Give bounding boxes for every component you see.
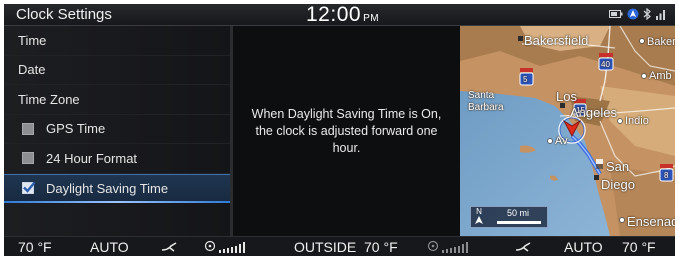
bluetooth-icon — [643, 8, 651, 20]
climate-bar: 70 °F AUTO OUTSIDE 70 °F AUTO 70 °F — [4, 236, 675, 256]
menu-item-24-hour-format[interactable]: 24 Hour Format — [4, 144, 230, 174]
map-label-san: San — [606, 159, 630, 174]
signal-icon — [656, 9, 665, 20]
outside-temperature: OUTSIDE 70 °F — [294, 239, 398, 255]
menu-item-daylight-saving-time[interactable]: Daylight Saving Time — [4, 173, 230, 203]
north-label: N — [476, 207, 482, 216]
driver-auto-mode[interactable]: AUTO — [90, 239, 129, 255]
clock-settings-menu: Time Date Time Zone GPS Time 24 Hour For… — [4, 26, 230, 236]
map-label-los: Los — [556, 89, 577, 104]
daylight-saving-time-checkbox[interactable] — [22, 181, 36, 195]
menu-item-label: Daylight Saving Time — [46, 180, 169, 196]
scale-label: 50 mi — [507, 208, 530, 218]
map-label-baker: Baker — [647, 36, 675, 48]
passenger-temperature[interactable]: 70 °F — [622, 239, 656, 255]
shield-label-15: 15 — [576, 106, 585, 115]
shield-label-8: 8 — [664, 171, 669, 180]
map-label-ensenada: Ensenad — [627, 214, 675, 229]
passenger-airflow-icon[interactable] — [514, 241, 532, 253]
menu-item-label: Date — [18, 62, 46, 78]
scale-bar — [497, 221, 541, 224]
shield-label-5: 5 — [523, 75, 528, 84]
north-indicator: N — [475, 208, 483, 224]
24-hour-format-checkbox[interactable] — [22, 152, 34, 165]
location-icon — [627, 8, 639, 20]
screen-title: Clock Settings — [16, 6, 112, 23]
passenger-auto-mode[interactable]: AUTO — [564, 239, 603, 255]
status-icons — [609, 8, 667, 20]
menu-item-date[interactable]: Date — [4, 56, 230, 85]
passenger-fan-speed-icon[interactable] — [427, 240, 473, 254]
driver-temperature[interactable]: 70 °F — [18, 239, 52, 255]
map-label-amb: Amb — [649, 70, 672, 82]
menu-item-label: GPS Time — [46, 121, 106, 137]
battery-icon — [609, 10, 623, 18]
clock-time: 12:00 — [306, 4, 362, 26]
map-label-bakersfield: Bakersfield — [524, 33, 589, 48]
menu-item-gps-time[interactable]: GPS Time — [4, 115, 230, 144]
compass-arrow-icon — [475, 216, 483, 224]
map-label-santa: Santa — [468, 90, 495, 101]
menu-item-label: 24 Hour Format — [46, 150, 138, 166]
checkmark-icon — [23, 181, 36, 194]
driver-airflow-icon[interactable] — [160, 241, 178, 253]
menu-item-label: Time Zone — [18, 91, 80, 107]
info-panel: When Daylight Saving Time is On, the clo… — [233, 26, 460, 236]
navigation-map[interactable]: Bakersfield Baker Amb Santa Barbara Los … — [460, 26, 675, 236]
menu-item-time-zone[interactable]: Time Zone — [4, 85, 230, 115]
map-label-indio: Indio — [625, 115, 649, 127]
map-label-av: Av — [555, 135, 568, 147]
shield-label-40: 40 — [601, 60, 610, 69]
gps-time-checkbox[interactable] — [22, 122, 34, 135]
menu-item-label: Time — [18, 32, 47, 48]
top-status-bar: Clock Settings 12:00 PM — [4, 4, 675, 26]
map-label-barbara: Barbara — [468, 102, 504, 113]
head-unit-screen: Clock Settings 12:00 PM Time Date Time Zo… — [4, 4, 675, 256]
map-label-diego: Diego — [601, 177, 635, 192]
info-description: When Daylight Saving Time is On, the clo… — [251, 106, 442, 155]
map-scale: N 50 mi — [470, 206, 548, 228]
driver-fan-speed-icon[interactable] — [204, 240, 250, 254]
menu-item-time[interactable]: Time — [4, 26, 230, 56]
clock-display: 12:00 PM — [306, 4, 379, 27]
clock-ampm: PM — [363, 13, 380, 24]
